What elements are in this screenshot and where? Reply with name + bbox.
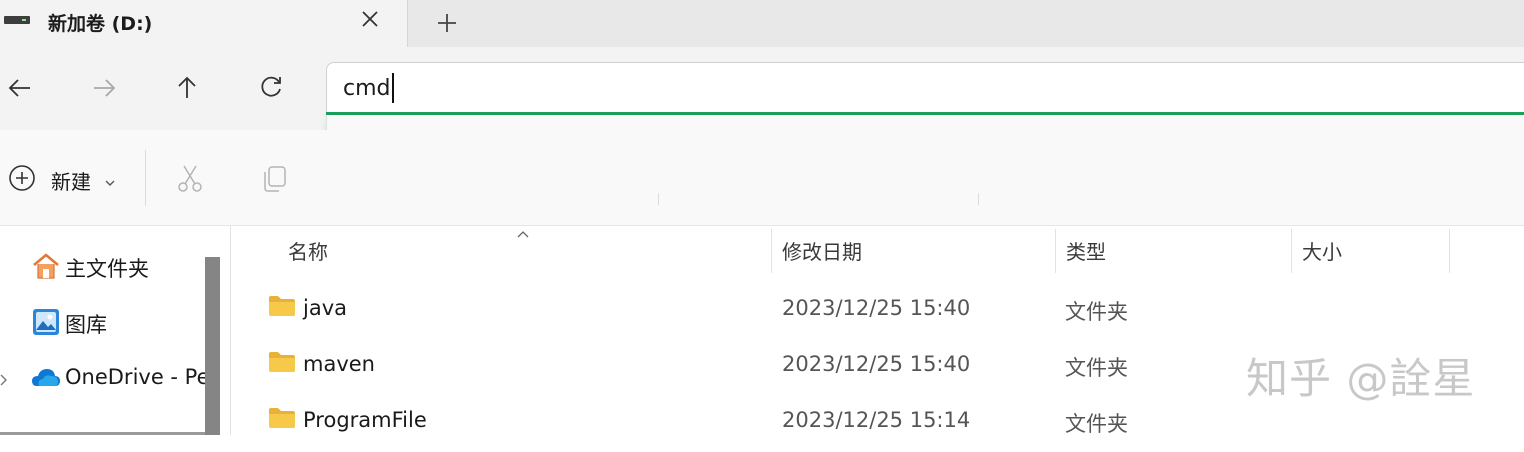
arrow-right-icon[interactable]	[88, 72, 120, 104]
column-divider[interactable]	[1055, 229, 1056, 273]
chevron-down-icon	[104, 173, 116, 192]
file-modified: 2023/12/25 15:40	[782, 352, 971, 376]
column-header-name[interactable]: 名称	[288, 236, 328, 265]
sidebar-scrollbar[interactable]	[205, 257, 220, 435]
column-header-modified[interactable]: 修改日期	[782, 236, 862, 265]
sidebar-item-label: OneDrive - Pe	[65, 365, 210, 389]
onedrive-cloud-icon	[31, 364, 61, 392]
toolbar-divider	[978, 193, 979, 205]
file-type: 文件夹	[1065, 300, 1128, 324]
address-input[interactable]	[343, 72, 1493, 104]
gallery-icon	[31, 308, 61, 336]
folder-icon	[268, 294, 296, 322]
file-name: maven	[303, 352, 375, 376]
sidebar-item-onedrive[interactable]: OneDrive - Pe	[0, 358, 210, 398]
toolbar-divider	[658, 193, 659, 205]
drive-icon	[4, 16, 30, 24]
copy-icon[interactable]	[259, 163, 291, 195]
pane-divider	[230, 226, 231, 435]
tab-drive-d[interactable]: 新加卷 (D:)	[0, 0, 408, 47]
refresh-icon[interactable]	[255, 72, 287, 104]
file-type: 文件夹	[1065, 412, 1128, 436]
text-caret	[392, 73, 394, 103]
sidebar-item-home[interactable]: 主文件夹	[0, 246, 200, 286]
arrow-left-icon[interactable]	[4, 72, 36, 104]
file-type: 文件夹	[1065, 356, 1128, 380]
watermark: 知乎 @詮星	[1246, 354, 1476, 403]
close-icon[interactable]	[356, 5, 384, 33]
column-divider[interactable]	[771, 229, 772, 273]
folder-icon	[268, 350, 296, 378]
arrow-up-icon[interactable]	[171, 72, 203, 104]
scissors-icon[interactable]	[174, 163, 206, 195]
sidebar-item-label: 主文件夹	[65, 257, 149, 281]
file-name: java	[303, 296, 347, 320]
folder-icon	[268, 406, 296, 434]
home-icon	[31, 252, 61, 280]
sidebar-item-gallery[interactable]: 图库	[0, 302, 200, 342]
sidebar-item-label: 图库	[65, 313, 107, 337]
new-button-label: 新建	[51, 170, 91, 194]
column-divider[interactable]	[1291, 229, 1292, 273]
tab-title: 新加卷 (D:)	[48, 13, 153, 35]
toolbar-divider	[145, 150, 146, 206]
column-header-size[interactable]: 大小	[1302, 236, 1342, 265]
command-bar	[0, 130, 1524, 226]
plus-icon[interactable]	[432, 8, 462, 38]
add-circle-icon	[8, 163, 38, 197]
address-bar[interactable]	[326, 62, 1524, 114]
chevron-right-icon[interactable]	[0, 372, 8, 391]
tab-strip: 新加卷 (D:)	[0, 0, 1524, 47]
file-name: ProgramFile	[303, 408, 427, 432]
column-divider[interactable]	[1449, 229, 1450, 273]
file-row[interactable]: java 2023/12/25 15:40 文件夹	[232, 284, 1524, 340]
file-modified: 2023/12/25 15:14	[782, 408, 971, 432]
new-button[interactable]: 新建	[8, 163, 120, 195]
column-header-type[interactable]: 类型	[1066, 236, 1106, 265]
sort-ascending-icon	[515, 224, 531, 243]
file-modified: 2023/12/25 15:40	[782, 296, 971, 320]
